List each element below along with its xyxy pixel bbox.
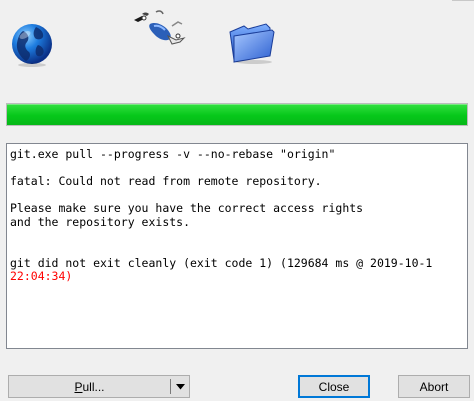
close-button[interactable]: Close bbox=[298, 375, 370, 398]
log-line: and the repository exists. bbox=[10, 214, 191, 229]
pull-button[interactable]: Pull... bbox=[9, 376, 170, 397]
folder-icon bbox=[226, 20, 278, 64]
log-line: git did not exit cleanly (exit code 1) (… bbox=[10, 255, 433, 270]
progress-bar bbox=[6, 103, 468, 126]
log-output[interactable]: git.exe pull --progress -v --no-rebase "… bbox=[6, 143, 468, 349]
log-line: 22:04:34) bbox=[10, 269, 73, 284]
abort-label: Abort bbox=[419, 379, 449, 394]
pull-label-mnemonic: P bbox=[74, 379, 83, 394]
chevron-down-icon bbox=[175, 383, 185, 389]
close-label: Close bbox=[318, 379, 350, 394]
globe-icon bbox=[8, 19, 56, 67]
top-edge-line bbox=[452, 0, 474, 1]
log-line: git.exe pull --progress -v --no-rebase "… bbox=[10, 147, 336, 161]
progress-fill bbox=[7, 104, 467, 125]
log-line: Please make sure you have the correct ac… bbox=[10, 201, 364, 216]
log-line: fatal: Could not read from remote reposi… bbox=[10, 174, 322, 189]
abort-button[interactable]: Abort bbox=[398, 375, 470, 398]
pull-split-button[interactable]: Pull... bbox=[8, 375, 190, 398]
sync-icon bbox=[132, 6, 190, 50]
pull-dropdown-button[interactable] bbox=[171, 376, 189, 397]
pull-label: ull... bbox=[82, 379, 105, 394]
git-progress-dialog: git.exe pull --progress -v --no-rebase "… bbox=[0, 0, 474, 401]
